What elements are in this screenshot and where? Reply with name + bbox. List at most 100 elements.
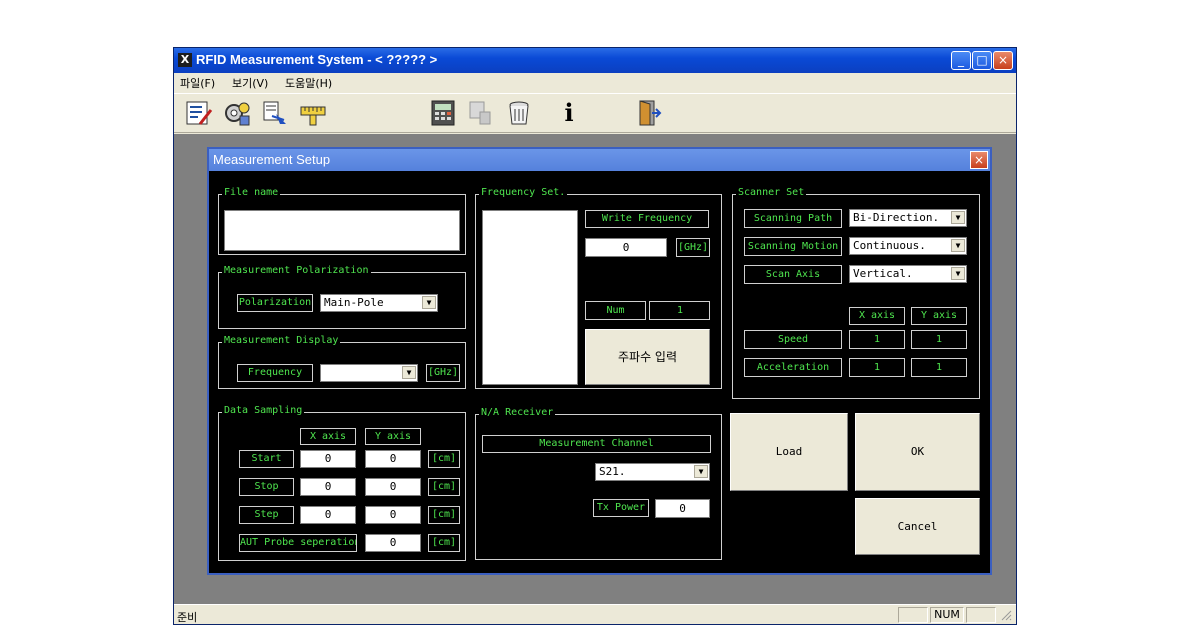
scanning-motion-select[interactable]: Continuous. ▼: [849, 237, 967, 255]
aut-probe-separation-unit: [cm]: [428, 534, 460, 552]
scanning-path-label: Scanning Path: [744, 209, 842, 228]
acceleration-label: Acceleration: [744, 358, 842, 377]
chevron-down-icon[interactable]: ▼: [402, 366, 416, 379]
calculator-icon[interactable]: [428, 98, 458, 128]
scanning-motion-value: Continuous.: [853, 239, 926, 252]
polarization-group-label: Measurement Polarization: [222, 265, 371, 276]
polarization-select[interactable]: Main-Pole ▼: [320, 294, 438, 312]
chevron-down-icon[interactable]: ▼: [951, 211, 965, 224]
sampling-start-unit: [cm]: [428, 450, 460, 468]
display-group-label: Measurement Display: [222, 335, 341, 346]
tx-power-label: Tx Power: [593, 499, 649, 517]
maximize-button[interactable]: □: [972, 51, 992, 70]
scan-axis-label: Scan Axis: [744, 265, 842, 284]
acceleration-y-value[interactable]: 1: [911, 358, 967, 377]
file-name-input[interactable]: [224, 210, 460, 251]
sampling-step-y-input[interactable]: 0: [365, 506, 421, 524]
ruler-icon[interactable]: [298, 98, 328, 128]
scanning-path-value: Bi-Direction.: [853, 211, 940, 224]
sampling-step-x-input[interactable]: 0: [300, 506, 356, 524]
write-frequency-unit: [GHz]: [676, 238, 710, 257]
sampling-start-x-input[interactable]: 0: [300, 450, 356, 468]
sampling-x-axis-header: X axis: [300, 428, 356, 445]
display-frequency-select[interactable]: ▼: [320, 364, 418, 382]
scan-axis-value: Vertical.: [853, 267, 913, 280]
measurement-channel-label: Measurement Channel: [482, 435, 711, 453]
edit-form-icon[interactable]: [184, 98, 214, 128]
window-title: RFID Measurement System - < ????? >: [196, 52, 438, 67]
dialog-body: File name Measurement Polarization Polar…: [209, 171, 990, 573]
aut-probe-separation-input[interactable]: 0: [365, 534, 421, 552]
scanning-path-select[interactable]: Bi-Direction. ▼: [849, 209, 967, 227]
load-button[interactable]: Load: [730, 413, 848, 491]
chevron-down-icon[interactable]: ▼: [951, 239, 965, 252]
menu-file[interactable]: 파일(F): [180, 75, 215, 91]
scanning-motion-label: Scanning Motion: [744, 237, 842, 256]
window-titlebar[interactable]: X RFID Measurement System - < ????? > _ …: [174, 48, 1016, 73]
na-receiver-group-label: N/A Receiver: [479, 407, 556, 418]
cancel-button[interactable]: Cancel: [855, 498, 980, 555]
write-frequency-input[interactable]: 0: [585, 238, 667, 257]
hand-point-icon[interactable]: [466, 98, 496, 128]
dialog-title: Measurement Setup: [213, 152, 331, 167]
scanner-y-axis-header: Y axis: [911, 307, 967, 325]
sampling-start-y-input[interactable]: 0: [365, 450, 421, 468]
exit-door-icon[interactable]: [634, 98, 664, 128]
acceleration-x-value[interactable]: 1: [849, 358, 905, 377]
app-icon: X: [178, 53, 192, 67]
frequency-set-group-label: Frequency Set.: [479, 187, 568, 198]
num-label: Num: [585, 301, 646, 320]
menu-bar: 파일(F) 보기(V) 도움말(H): [174, 73, 1016, 92]
dialog-titlebar[interactable]: Measurement Setup ×: [209, 149, 990, 171]
gear-settings-icon[interactable]: [222, 98, 252, 128]
aut-probe-separation-label: AUT Probe seperation: [239, 534, 357, 552]
measurement-setup-dialog: Measurement Setup × File name Measuremen…: [207, 147, 992, 575]
dialog-close-button[interactable]: ×: [970, 151, 988, 169]
chevron-down-icon[interactable]: ▼: [694, 465, 708, 478]
display-frequency-label: Frequency: [237, 364, 313, 382]
scanner-x-axis-header: X axis: [849, 307, 905, 325]
file-name-group-label: File name: [222, 187, 281, 198]
sampling-step-label: Step: [239, 506, 294, 524]
sampling-step-unit: [cm]: [428, 506, 460, 524]
sampling-stop-x-input[interactable]: 0: [300, 478, 356, 496]
frequency-input-button[interactable]: 주파수 입력: [585, 329, 710, 385]
ok-button[interactable]: OK: [855, 413, 980, 491]
menu-help[interactable]: 도움말(H): [285, 75, 332, 91]
num-value: 1: [649, 301, 710, 320]
status-panel-scrl: [966, 607, 996, 623]
toolbar: i: [174, 93, 1016, 133]
status-bar: 준비 NUM: [174, 604, 1016, 624]
polarization-label: Polarization: [237, 294, 313, 312]
sampling-stop-unit: [cm]: [428, 478, 460, 496]
sampling-stop-label: Stop: [239, 478, 294, 496]
motion-scan-icon[interactable]: [260, 98, 290, 128]
resize-grip-icon[interactable]: [1000, 609, 1012, 621]
chevron-down-icon[interactable]: ▼: [951, 267, 965, 280]
frequency-list[interactable]: [482, 210, 578, 385]
close-button[interactable]: ×: [993, 51, 1013, 70]
polarization-select-value: Main-Pole: [324, 296, 384, 309]
sampling-start-label: Start: [239, 450, 294, 468]
menu-view[interactable]: 보기(V): [232, 75, 268, 91]
display-unit: [GHz]: [426, 364, 460, 382]
speed-x-value[interactable]: 1: [849, 330, 905, 349]
sampling-stop-y-input[interactable]: 0: [365, 478, 421, 496]
scan-axis-select[interactable]: Vertical. ▼: [849, 265, 967, 283]
speed-label: Speed: [744, 330, 842, 349]
status-panel-caps: [898, 607, 928, 623]
trash-icon[interactable]: [504, 98, 534, 128]
status-ready: 준비: [177, 611, 198, 624]
measurement-channel-value: S21.: [599, 465, 626, 478]
tx-power-input[interactable]: 0: [655, 499, 710, 518]
speed-y-value[interactable]: 1: [911, 330, 967, 349]
data-sampling-group-label: Data Sampling: [222, 405, 305, 416]
scanner-set-group-label: Scanner Set: [736, 187, 807, 198]
sampling-y-axis-header: Y axis: [365, 428, 421, 445]
write-frequency-label: Write Frequency: [585, 210, 709, 228]
chevron-down-icon[interactable]: ▼: [422, 296, 436, 309]
status-num: NUM: [930, 607, 964, 623]
info-icon[interactable]: i: [554, 98, 584, 128]
measurement-channel-select[interactable]: S21. ▼: [595, 463, 710, 481]
minimize-button[interactable]: _: [951, 51, 971, 70]
